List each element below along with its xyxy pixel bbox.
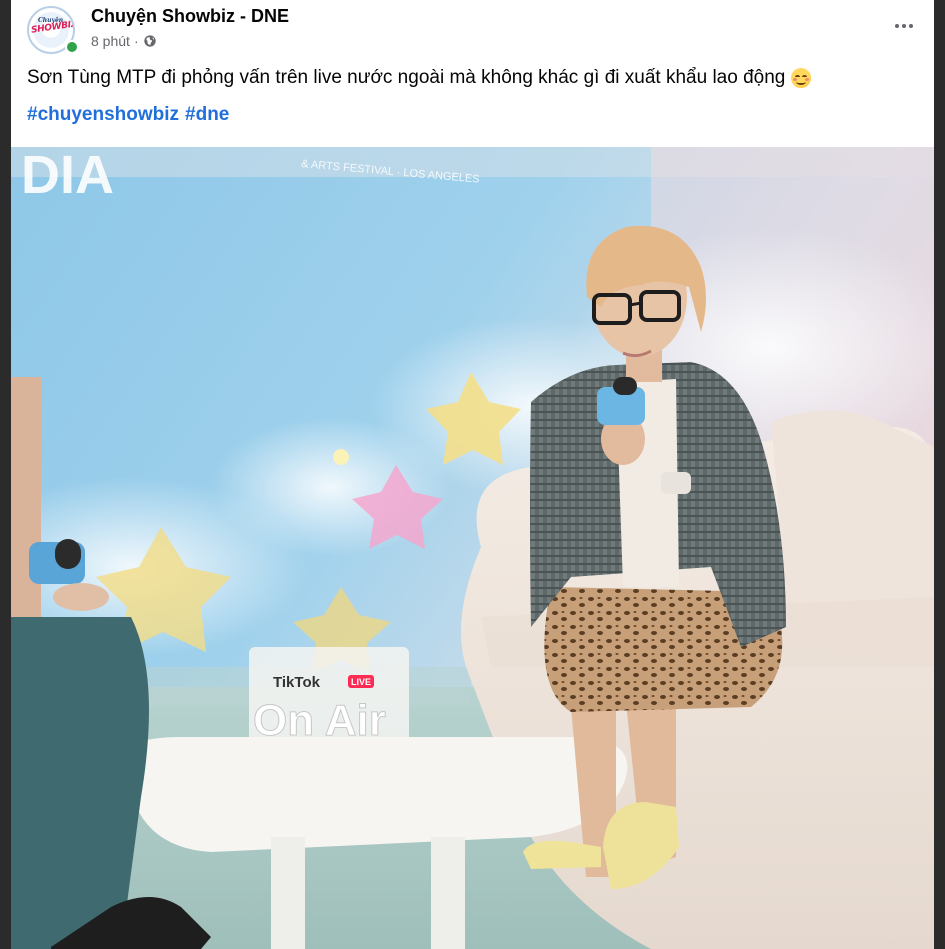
post-photo[interactable]: DIA & ARTS FESTIVAL · LOS ANGELES TikTok… — [11, 147, 934, 949]
smiling-face-emoji-icon — [791, 68, 812, 88]
sign-brand-text: TikTok — [273, 674, 321, 691]
hashtag-link[interactable]: #dne — [185, 104, 229, 126]
sign-live-badge: LIVE — [351, 677, 371, 687]
hashtag-row: #chuyenshowbiz #dne — [27, 104, 229, 126]
post-header: Chuyện SHOWBIZ Chuyện Showbiz - DNE 8 ph… — [11, 0, 934, 62]
online-status-icon — [65, 40, 79, 54]
globe-icon[interactable] — [143, 34, 157, 48]
meta-separator: · — [133, 33, 139, 49]
facebook-post: Chuyện SHOWBIZ Chuyện Showbiz - DNE 8 ph… — [11, 0, 934, 949]
post-meta: 8 phút · — [91, 33, 157, 49]
page-name-link[interactable]: Chuyện Showbiz - DNE — [91, 6, 289, 27]
post-text: Sơn Tùng MTP đi phỏng vấn trên live nước… — [27, 67, 812, 89]
post-timestamp[interactable]: 8 phút — [91, 33, 130, 49]
hashtag-link[interactable]: #chuyenshowbiz — [27, 104, 179, 126]
more-horizontal-icon[interactable] — [888, 12, 920, 40]
banner-fragment: DIA — [21, 147, 114, 205]
post-message: Sơn Tùng MTP đi phỏng vấn trên live nước… — [27, 67, 786, 88]
